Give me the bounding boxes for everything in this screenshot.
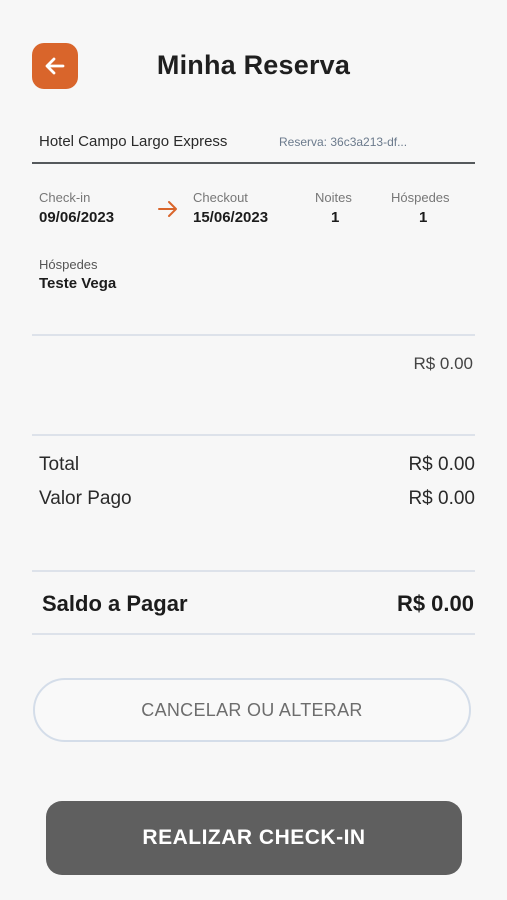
checkin-date: 09/06/2023 <box>39 209 115 226</box>
guests-count-label: Hóspedes <box>391 190 450 205</box>
divider <box>32 633 475 635</box>
hotel-header: Hotel Campo Largo Express Reserva: 36c3a… <box>32 122 475 164</box>
balance-label: Saldo a Pagar <box>42 591 188 616</box>
reservation-code: Reserva: 36c3a213-df... <box>279 135 408 149</box>
items-amount: R$ 0.00 <box>413 354 473 373</box>
guests-label: Hóspedes <box>39 257 98 272</box>
reservation-screen: Minha Reserva Hotel Campo Largo Express … <box>0 0 507 900</box>
balance-value: R$ 0.00 <box>396 591 474 616</box>
hotel-name: Hotel Campo Largo Express <box>39 133 228 150</box>
divider <box>32 570 475 572</box>
checkin-label: Check-in <box>39 190 91 205</box>
checkout-date: 15/06/2023 <box>193 209 269 226</box>
nights-value: 1 <box>331 209 340 226</box>
guests-count-value: 1 <box>419 209 428 226</box>
page-title: Minha Reserva <box>156 50 351 80</box>
guest-name: Teste Vega <box>39 275 117 292</box>
nights-label: Noites <box>315 190 352 205</box>
divider <box>32 434 475 436</box>
paid-value: R$ 0.00 <box>408 488 475 509</box>
total-label: Total <box>39 454 80 475</box>
checkin-button[interactable]: REALIZAR CHECK-IN <box>46 801 462 875</box>
divider <box>32 334 475 336</box>
cancel-or-change-button[interactable]: CANCELAR OU ALTERAR <box>33 678 471 742</box>
checkout-label: Checkout <box>193 190 248 205</box>
paid-label: Valor Pago <box>39 488 132 509</box>
total-value: R$ 0.00 <box>408 454 475 475</box>
arrow-right-icon <box>158 201 177 217</box>
